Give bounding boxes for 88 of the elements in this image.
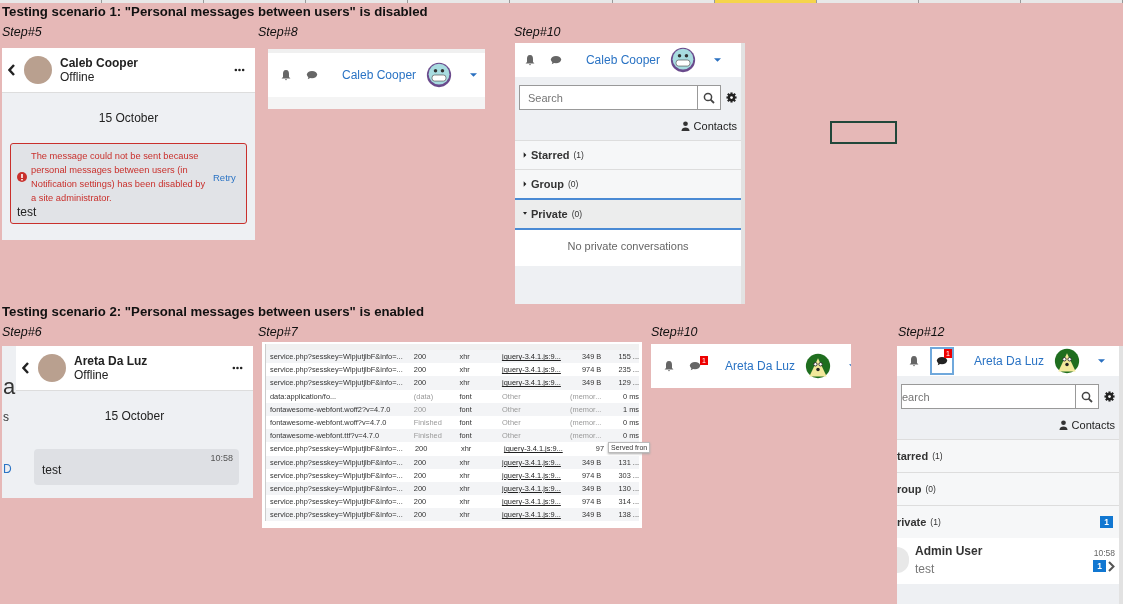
section-count: (0)	[925, 484, 936, 494]
selected-cell[interactable]	[830, 121, 897, 144]
conversation-section[interactable]: roup (0)	[897, 472, 1119, 505]
conversation-section[interactable]: rivate (1) 1	[897, 505, 1119, 538]
search-field[interactable]: Search	[519, 85, 698, 110]
user-menu-name[interactable]: Areta Da Luz	[725, 359, 796, 373]
cut-off-text: a	[3, 374, 16, 400]
photo-placeholder	[24, 56, 52, 84]
speech-bubble-icon	[935, 355, 948, 367]
user-menu-name[interactable]: Caleb Cooper	[342, 68, 417, 82]
photo-placeholder	[38, 354, 66, 382]
user-menu-name[interactable]: Areta Da Luz	[973, 354, 1044, 368]
contact-name: Caleb Cooper	[60, 56, 139, 70]
contact-name: Areta Da Luz	[74, 354, 149, 368]
conversation-section[interactable]: Group (0)	[515, 169, 741, 198]
step-label: Step#10	[651, 325, 698, 339]
settings-icon[interactable]	[726, 92, 737, 103]
section-count: (0)	[571, 209, 583, 219]
bell-icon[interactable]	[523, 54, 536, 66]
message-preview: test	[915, 562, 936, 576]
search-icon	[1081, 390, 1093, 403]
photo-placeholder	[897, 547, 909, 573]
scenario-heading: Testing scenario 2: "Personal messages between users" is enabled	[2, 304, 424, 319]
step-label: Step#6	[2, 325, 42, 339]
conversation-section[interactable]: Private (0)	[515, 198, 741, 230]
speech-bubble-icon	[306, 69, 318, 81]
avatar-drawing	[426, 62, 453, 88]
message-time: 10:58	[1093, 548, 1115, 558]
conversation-section[interactable]: tarred (1)	[897, 439, 1119, 472]
more-icon[interactable]	[232, 366, 243, 370]
date-label: 15 October	[103, 409, 166, 423]
settings-icon[interactable]	[1104, 391, 1115, 402]
contacts-link[interactable]: Contacts	[1058, 419, 1115, 431]
scenario-heading: Testing scenario 1: "Personal messages between users" is disabled	[2, 4, 428, 19]
speech-bubble-icon	[549, 54, 562, 66]
caret-down-icon	[523, 211, 527, 217]
back-icon[interactable]	[22, 362, 30, 374]
error-message: The message could not be sent because personal messages between users (in Notification settings) has been disabled by a site administrator.	[31, 150, 207, 205]
section-title: Group	[531, 178, 564, 190]
contact-status: Offline	[74, 368, 110, 382]
date-label: 15 October	[97, 111, 160, 125]
cut-off-text: D	[3, 462, 12, 476]
search-button[interactable]	[698, 85, 721, 110]
empty-message: No private conversations	[515, 230, 741, 266]
person-icon	[680, 121, 690, 131]
retry-link[interactable]: Retry	[213, 171, 236, 183]
chevron-right-icon	[1108, 560, 1115, 572]
avatar-drawing	[670, 47, 696, 73]
search-button[interactable]	[1076, 384, 1099, 409]
contacts-link[interactable]: Contacts	[680, 120, 737, 132]
section-count: (1)	[932, 451, 943, 461]
section-count: (0)	[568, 179, 579, 189]
section-title: Starred	[531, 149, 570, 161]
cut-off-text: s	[3, 410, 9, 424]
unread-badge: 1	[1093, 560, 1106, 572]
error-icon	[17, 172, 27, 182]
message-time: 10:58	[210, 453, 233, 463]
caret-right-icon	[523, 152, 527, 158]
avatar-drawing	[805, 353, 832, 379]
person-icon	[1058, 420, 1068, 430]
step-label: Step#12	[898, 325, 945, 339]
section-title: roup	[897, 483, 922, 495]
step-label: Step#7	[258, 325, 298, 339]
conversation-item[interactable]: Admin User test 10:58 1	[897, 538, 1119, 584]
back-icon[interactable]	[8, 64, 16, 76]
user-menu-name[interactable]: Caleb Cooper	[585, 53, 660, 67]
section-title: Private	[531, 208, 568, 220]
contact-status: Offline	[60, 70, 96, 84]
step-label: Step#8	[258, 25, 298, 39]
section-count: (1)	[573, 150, 584, 160]
bell-icon[interactable]	[907, 355, 920, 367]
search-field[interactable]: earch	[901, 384, 1076, 409]
section-title: rivate	[897, 516, 927, 528]
step-label: Step#10	[514, 25, 561, 39]
unread-badge: 1	[1100, 516, 1113, 528]
section-count: (1)	[930, 517, 941, 527]
speech-bubble-icon	[689, 360, 701, 372]
section-title: tarred	[897, 450, 929, 462]
message-text: test	[17, 205, 38, 219]
more-icon[interactable]	[234, 68, 245, 72]
contact-name: Admin User	[915, 544, 984, 558]
step-label: Step#5	[2, 25, 42, 39]
caret-right-icon	[523, 181, 527, 187]
bell-icon[interactable]	[663, 360, 675, 372]
message-text: test	[42, 463, 63, 477]
search-icon	[703, 91, 715, 104]
conversation-section[interactable]: Starred (1)	[515, 140, 741, 169]
bell-icon[interactable]	[280, 69, 292, 81]
